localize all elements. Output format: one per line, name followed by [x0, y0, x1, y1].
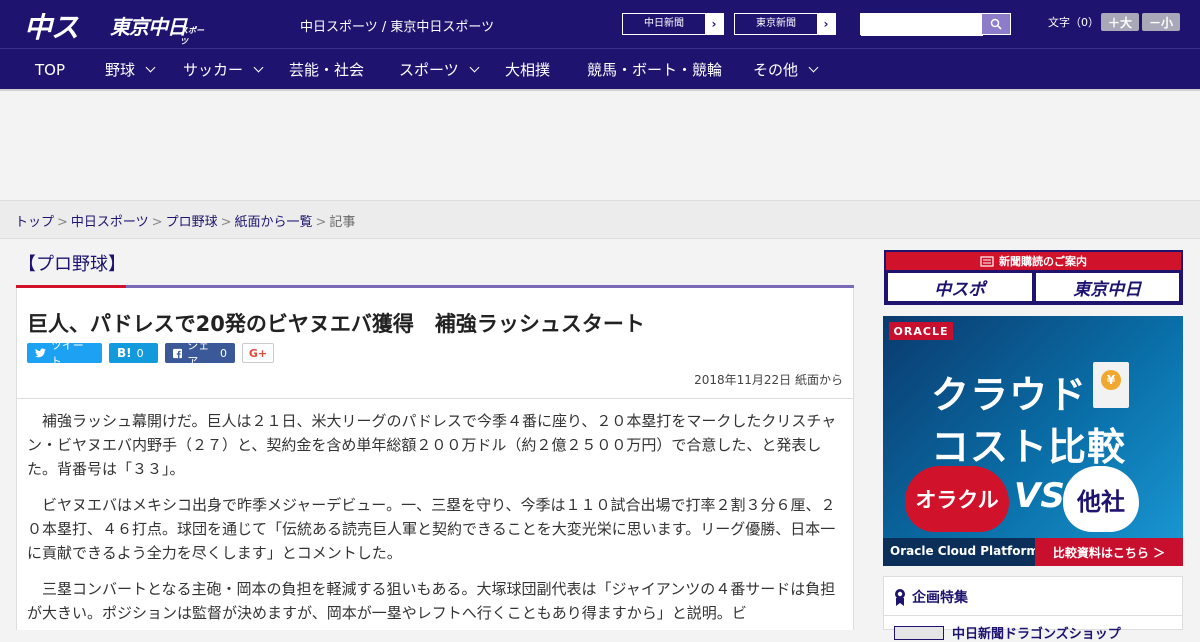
feature-header: 企画特集 — [894, 587, 968, 607]
category-label[interactable]: 【プロ野球】 — [18, 250, 126, 276]
facebook-icon — [173, 348, 183, 358]
feature-thumbnail — [894, 625, 944, 640]
nav-item-top[interactable]: TOP — [35, 49, 65, 90]
breadcrumb-chunichi-sports[interactable]: 中日スポーツ — [71, 215, 149, 230]
site-links[interactable]: 中日スポーツ / 東京中日スポーツ — [300, 16, 494, 35]
subscription-box[interactable]: 新聞購読のご案内 中スポ 東京中日 — [884, 250, 1183, 305]
tokyo-chunichi-logo-text: 東京中日 — [110, 15, 187, 39]
oracle-platform-label: Oracle Cloud Platform — [890, 544, 1039, 558]
hatena-icon: B! — [117, 346, 132, 360]
chevron-down-icon — [808, 62, 819, 73]
document-icon: ¥ — [1093, 362, 1129, 408]
article-headline: 巨人、パドレスで20発のビヤヌエバ獲得 補強ラッシュスタート — [27, 312, 645, 336]
google-plus-button[interactable]: G+ — [242, 343, 274, 363]
article-paragraph: ビヤヌエバはメキシコ出身で昨季メジャーデビュー。一、三塁を守り、今季は１１０試合… — [27, 496, 836, 562]
article-card: 巨人、パドレスで20発のビヤヌエバ獲得 補強ラッシュスタート ツイート B! 0… — [16, 288, 854, 630]
breadcrumb-current: 記事 — [329, 215, 356, 230]
ribbon-icon — [895, 589, 905, 606]
article-paragraph: 三塁コンバートとなる主砲・岡本の負担を軽減する狙いもある。大塚球団副代表は「ジャ… — [27, 580, 836, 622]
oracle-ad-line1: クラウド — [931, 373, 1088, 417]
chevron-down-icon — [253, 62, 264, 73]
feature-title: 企画特集 — [912, 590, 968, 606]
oracle-ad-banner[interactable]: ORACLE クラウド コスト比較 ¥ オラクル VS 他社 Oracle Cl… — [883, 316, 1183, 566]
breadcrumb: トップ > 中日スポーツ > プロ野球 > 紙面から一覧 > 記事 — [0, 200, 1200, 239]
tweet-label: ツイート — [50, 339, 84, 368]
site-header: 中スポ 東京中日 スポーツ 中日スポーツ / 東京中日スポーツ 中日新聞 › 東… — [0, 0, 1200, 84]
breadcrumb-separator: > — [220, 215, 232, 230]
feature-item-label: 中日新聞ドラゴンズショップ — [952, 627, 1121, 642]
search-input[interactable] — [861, 16, 983, 36]
newspaper-icon — [980, 255, 994, 267]
yen-coin-icon: ¥ — [1101, 370, 1121, 390]
chevron-down-icon — [469, 62, 480, 73]
nav-item-label: 芸能・社会 — [289, 60, 365, 79]
breadcrumb-separator: > — [151, 215, 163, 230]
chunichi-shimbun-label: 中日新聞 — [623, 14, 705, 34]
chunichi-shimbun-button[interactable]: 中日新聞 › — [622, 13, 724, 35]
facebook-share-label: シェア — [187, 339, 210, 368]
tokyo-shimbun-label: 東京新聞 — [735, 14, 817, 34]
tokyo-chunichi-logo-sub: スポーツ — [180, 26, 204, 46]
oracle-ad-footer: Oracle Cloud Platform 比較資料はこちら ＞ — [883, 538, 1183, 566]
chuspo-logo[interactable]: 中スポ — [24, 6, 102, 84]
search-button[interactable] — [982, 14, 1010, 34]
feature-divider — [884, 615, 1182, 616]
breadcrumb-print-list[interactable]: 紙面から一覧 — [235, 215, 313, 230]
oracle-logo: ORACLE — [889, 322, 953, 340]
font-smaller-button[interactable]: －小 — [1142, 13, 1180, 31]
search-icon — [990, 18, 1002, 30]
breadcrumb-pro-baseball[interactable]: プロ野球 — [166, 215, 218, 230]
versus-text: VS — [1014, 476, 1065, 516]
font-larger-button[interactable]: ＋大 — [1101, 13, 1139, 31]
nav-item-soccer[interactable]: サッカー — [183, 49, 264, 90]
nav-item-label: その他 — [753, 60, 799, 79]
breadcrumb-separator: > — [57, 215, 68, 230]
competitor-cloud-bubble: 他社 — [1063, 466, 1139, 532]
article-paragraph: 補強ラッシュ幕開けだ。巨人は２１日、米大リーグのパドレスで今季４番に座り、２０本… — [27, 412, 837, 478]
subscription-logos: 中スポ 東京中日 — [886, 270, 1181, 304]
subscribe-chuspo-link[interactable]: 中スポ — [888, 273, 1032, 301]
tokyo-shimbun-button[interactable]: 東京新聞 › — [734, 13, 836, 35]
nav-item-label: 野球 — [105, 60, 136, 79]
article-dateline: 2018年11月22日 紙面から — [694, 373, 843, 387]
tweet-button[interactable]: ツイート — [27, 339, 102, 368]
chevron-right-icon: › — [711, 17, 717, 31]
nav-item-entertainment[interactable]: 芸能・社会 — [289, 49, 364, 90]
nav-item-sumo[interactable]: 大相撲 — [505, 49, 550, 90]
font-size-label: 文字（0） — [1048, 16, 1099, 29]
breadcrumb-separator: > — [315, 215, 327, 230]
oracle-cloud-bubble: オラクル — [905, 466, 1009, 532]
nav-item-label: サッカー — [183, 60, 244, 79]
chevron-down-icon — [145, 62, 156, 73]
feature-item[interactable]: 中日新聞ドラゴンズショップ — [894, 623, 1121, 642]
nav-item-label: 大相撲 — [505, 60, 551, 79]
main-nav: TOP 野球 サッカー 芸能・社会 スポーツ 大相撲 競馬・ボート・競輪 その他 — [0, 48, 1200, 89]
search-box — [860, 13, 1011, 36]
breadcrumb-top[interactable]: トップ — [15, 215, 54, 230]
facebook-share-button[interactable]: シェア 0 — [165, 339, 235, 368]
nav-item-sports[interactable]: スポーツ — [399, 49, 480, 90]
hatena-bookmark-button[interactable]: B! 0 — [109, 343, 158, 363]
nav-item-other[interactable]: その他 — [753, 49, 819, 90]
oracle-cta-button[interactable]: 比較資料はこちら ＞ — [1035, 538, 1183, 566]
ad-placeholder — [0, 91, 1200, 200]
nav-item-baseball[interactable]: 野球 — [105, 49, 156, 90]
subscription-title: 新聞購読のご案内 — [999, 255, 1087, 268]
nav-item-label: TOP — [35, 60, 66, 79]
article-body: 補強ラッシュ幕開けだ。巨人は２１日、米大リーグのパドレスで今季４番に座り、２０本… — [27, 409, 845, 637]
oracle-ad-line2: コスト比較 — [931, 425, 1127, 469]
subscription-header: 新聞購読のご案内 — [886, 252, 1181, 270]
article-divider — [17, 398, 853, 399]
tokyo-chunichi-logo[interactable]: 東京中日 スポーツ — [110, 9, 210, 46]
chevron-right-icon: › — [823, 17, 829, 31]
nav-item-label: 競馬・ボート・競輪 — [587, 60, 723, 79]
twitter-icon — [35, 348, 46, 358]
subscribe-tokyo-chunichi-link[interactable]: 東京中日 — [1035, 273, 1179, 301]
hatena-count: 0 — [136, 346, 144, 360]
nav-item-label: スポーツ — [399, 60, 459, 79]
facebook-share-count: 0 — [220, 346, 227, 360]
feature-box: 企画特集 中日新聞ドラゴンズショップ — [883, 576, 1183, 642]
nav-item-racing[interactable]: 競馬・ボート・競輪 — [587, 49, 722, 90]
